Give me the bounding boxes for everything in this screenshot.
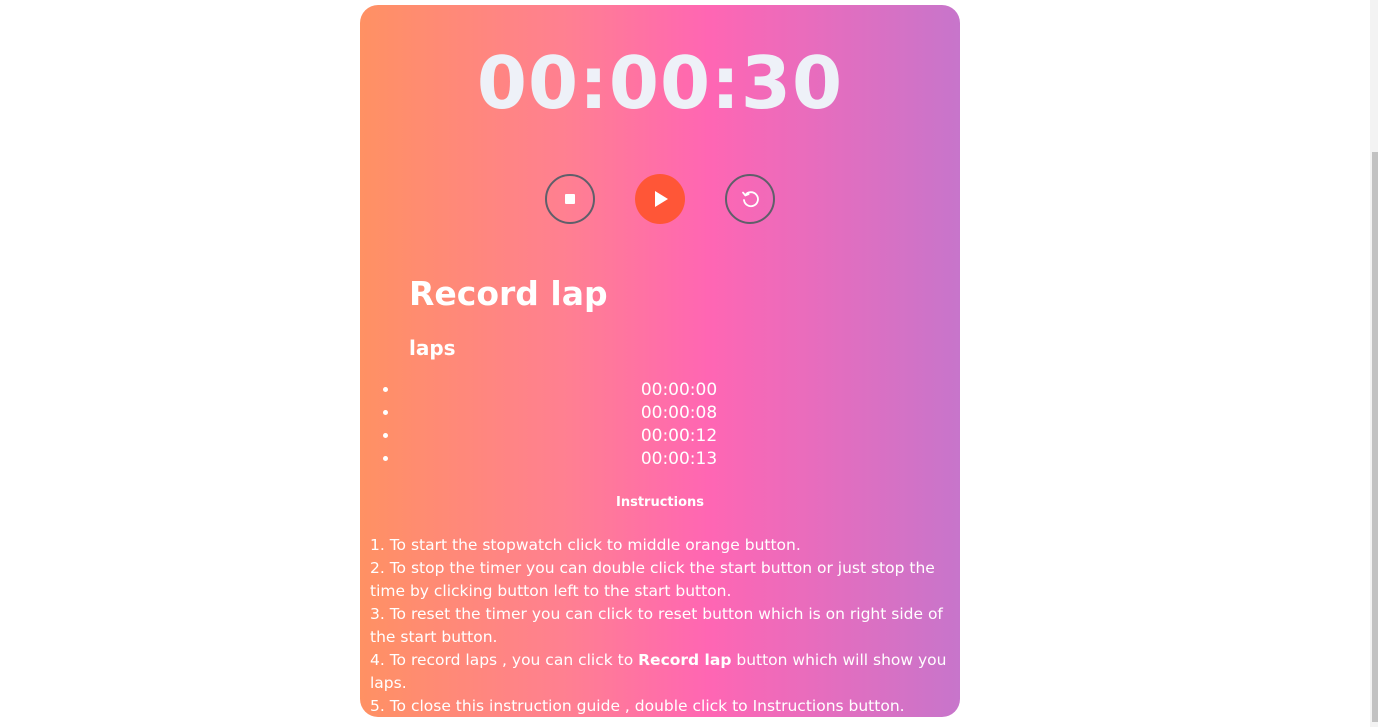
reset-icon <box>742 191 759 208</box>
start-button[interactable] <box>635 174 685 224</box>
page-scrollbar-thumb[interactable] <box>1372 152 1378 722</box>
lap-item: 00:00:12 <box>400 425 958 448</box>
record-lap-button[interactable]: Record lap <box>409 273 608 315</box>
laps-heading: laps <box>409 336 456 360</box>
stopwatch-display: 00:00:30 <box>476 41 844 125</box>
instructions-button[interactable]: Instructions <box>360 495 960 511</box>
lap-item: 00:00:00 <box>400 379 958 402</box>
instruction-step-1: 1. To start the stopwatch click to middl… <box>370 536 801 554</box>
lap-item: 00:00:08 <box>400 402 958 425</box>
lap-item: 00:00:13 <box>400 448 958 471</box>
instruction-step-4: 4. To record laps , you can click to Rec… <box>370 649 955 695</box>
instruction-step-4-prefix: 4. To record laps , you can click to <box>370 651 639 669</box>
stopwatch-card: 00:00:30 Record lap laps 00:00:00 00:00:… <box>360 5 960 717</box>
stop-button[interactable] <box>545 174 595 224</box>
instruction-step-4-bold: Record lap <box>638 651 732 669</box>
instruction-step-3: 3. To reset the timer you can click to r… <box>370 605 943 646</box>
instruction-step-5: 5. To close this instruction guide , dou… <box>370 697 905 715</box>
instruction-guide: 1. To start the stopwatch click to middl… <box>370 534 955 717</box>
instruction-step-2: 2. To stop the timer you can double clic… <box>370 559 935 600</box>
play-icon <box>655 191 668 207</box>
stop-icon <box>565 194 575 204</box>
reset-button[interactable] <box>725 174 775 224</box>
lap-list: 00:00:00 00:00:08 00:00:12 00:00:13 <box>400 379 958 471</box>
